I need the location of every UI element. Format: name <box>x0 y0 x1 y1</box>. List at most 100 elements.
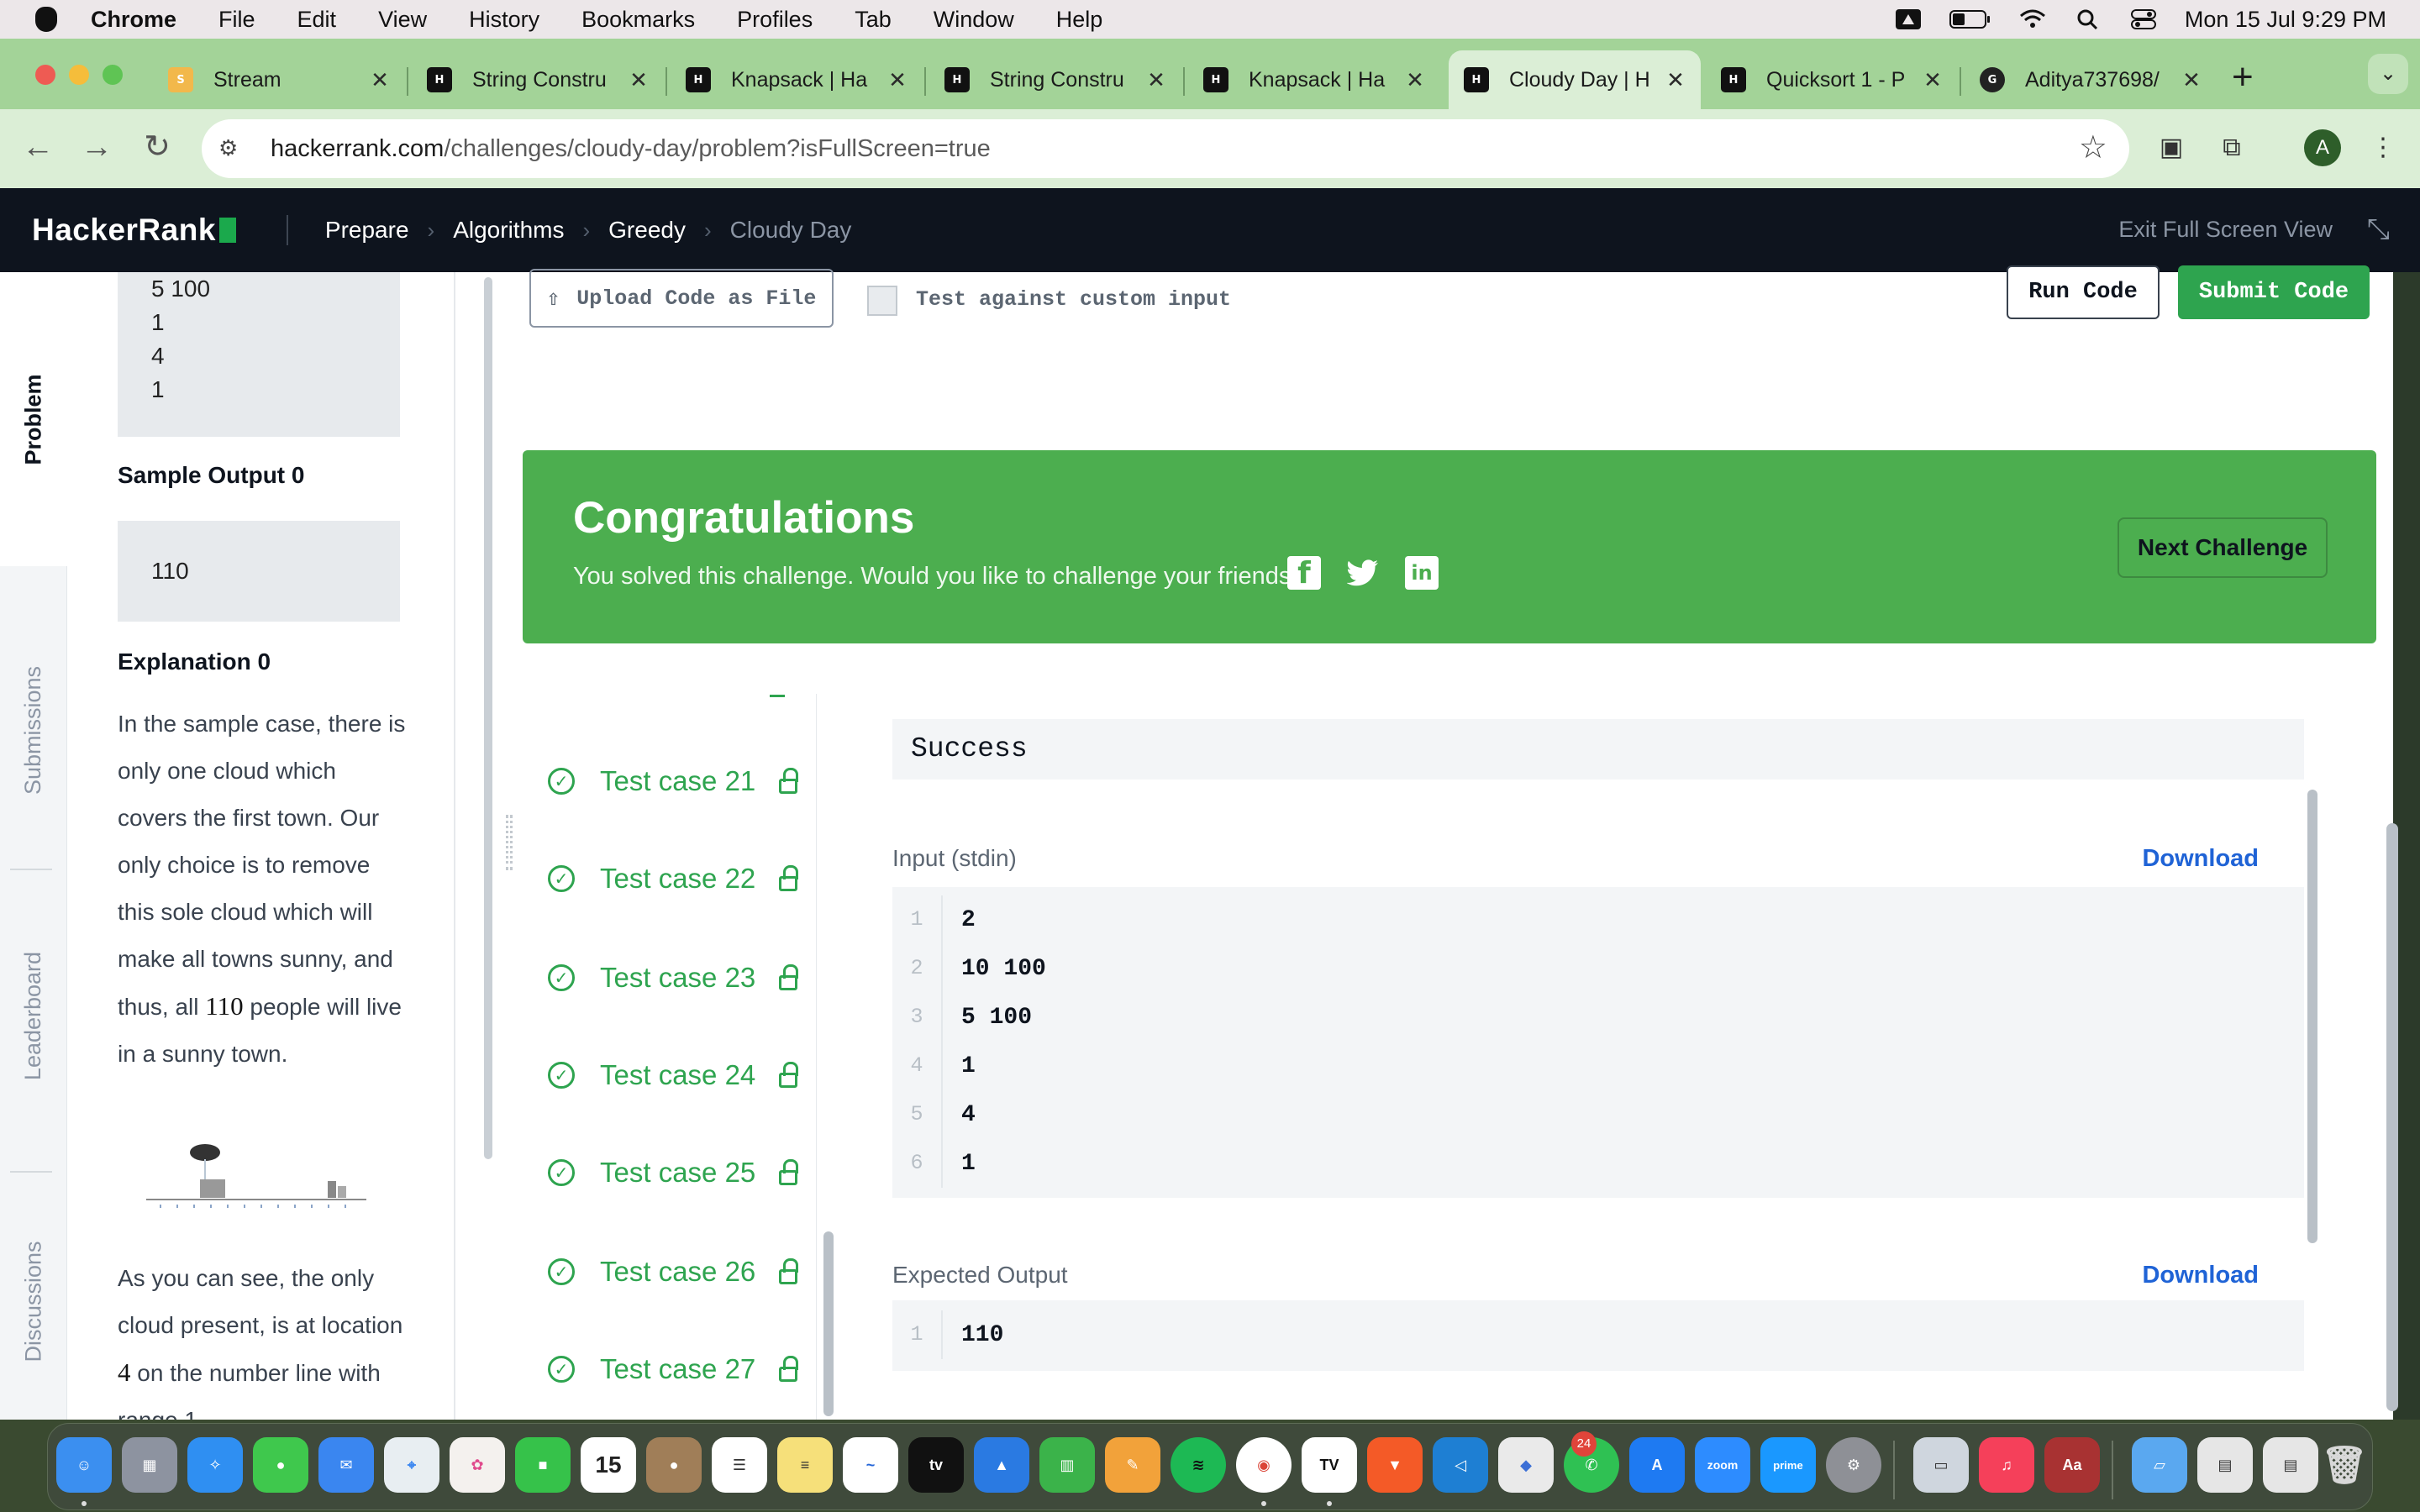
preview-icon[interactable]: ▭ <box>1913 1437 1969 1493</box>
brave-icon[interactable]: ▼ <box>1367 1437 1423 1493</box>
tab-cloudy-day[interactable]: H Cloudy Day | H ✕ <box>1449 50 1701 109</box>
recent-document-icon-2[interactable]: ▤ <box>2263 1437 2318 1493</box>
next-challenge-button[interactable]: Next Challenge <box>2118 517 2328 578</box>
drive-icon[interactable] <box>1894 8 1923 30</box>
maps-icon[interactable]: ⌖ <box>384 1437 439 1493</box>
numbers-icon[interactable]: ▥ <box>1039 1437 1095 1493</box>
vscode-icon[interactable]: ◁ <box>1433 1437 1488 1493</box>
chrome-menu-kebab-icon[interactable]: ⋮ <box>2365 129 2402 166</box>
menu-tab[interactable]: Tab <box>855 7 892 33</box>
vtab-leaderboard[interactable]: Leaderboard <box>0 877 67 1154</box>
address-bar[interactable]: ⚙ hackerrank.com/challenges/cloudy-day/p… <box>202 119 2129 178</box>
spotify-icon[interactable]: ≋ <box>1171 1437 1226 1493</box>
launchpad-icon[interactable]: ▦ <box>122 1437 177 1493</box>
music-icon[interactable]: ♫ <box>1979 1437 2034 1493</box>
tab-knapsack[interactable]: H Knapsack | Ha ✕ <box>671 50 923 109</box>
twitter-icon[interactable] <box>1346 556 1380 590</box>
exit-full-screen-icon[interactable]: ⤡ <box>2367 213 2390 246</box>
reload-icon[interactable]: ↻ <box>136 126 178 168</box>
photos-icon[interactable]: ✿ <box>450 1437 505 1493</box>
menu-app-name[interactable]: Chrome <box>91 7 176 33</box>
breadcrumb-algorithms[interactable]: Algorithms <box>453 217 564 244</box>
main-scrollbar[interactable] <box>2386 823 2398 1411</box>
tradingview-icon[interactable]: TV <box>1302 1437 1357 1493</box>
test-case-item[interactable]: ✓ Test case 24 <box>548 1050 799 1100</box>
test-case-item[interactable]: ✓ Test case 21 <box>548 756 799 806</box>
tab-string-construction-2[interactable]: H String Constru ✕ <box>929 50 1181 109</box>
reminders-icon[interactable]: ☰ <box>712 1437 767 1493</box>
test-case-scrollbar[interactable] <box>823 1231 834 1416</box>
menu-bookmarks[interactable]: Bookmarks <box>581 7 695 33</box>
facebook-icon[interactable]: f <box>1287 556 1321 591</box>
menu-history[interactable]: History <box>469 7 539 33</box>
breadcrumb-greedy[interactable]: Greedy <box>608 217 686 244</box>
forward-arrow-icon[interactable]: → <box>76 126 118 168</box>
tab-search-chevron-icon[interactable]: ⌄ <box>2368 54 2408 94</box>
downloads-folder-icon[interactable]: ▱ <box>2132 1437 2187 1493</box>
facetime-icon[interactable]: ■ <box>515 1437 571 1493</box>
tab-stream[interactable]: S Stream ✕ <box>153 50 405 109</box>
safari-icon[interactable]: ✧ <box>187 1437 243 1493</box>
freeform-icon[interactable]: ~ <box>843 1437 898 1493</box>
vtab-problem[interactable]: Problem <box>0 272 67 566</box>
result-scrollbar[interactable] <box>2307 790 2317 1243</box>
minimize-window-button[interactable] <box>69 65 89 85</box>
resize-handle[interactable] <box>506 815 513 870</box>
app-store-icon[interactable]: A <box>1629 1437 1685 1493</box>
battery-icon[interactable] <box>1949 8 1991 30</box>
spotlight-search-icon[interactable] <box>2074 8 2102 30</box>
tab-close-icon[interactable]: ✕ <box>1923 67 1943 93</box>
finder-icon[interactable]: ☺ <box>56 1437 112 1493</box>
contacts-icon[interactable]: ● <box>646 1437 702 1493</box>
tab-github[interactable]: G Aditya737698/ ✕ <box>1965 50 2217 109</box>
trash-icon[interactable]: 🗑 <box>2317 1437 2372 1493</box>
menu-window[interactable]: Window <box>934 7 1014 33</box>
zoom-icon[interactable]: zoom <box>1695 1437 1750 1493</box>
prime-video-icon[interactable]: prime <box>1760 1437 1816 1493</box>
wifi-icon[interactable] <box>2018 8 2047 30</box>
recent-document-icon[interactable]: ▤ <box>2197 1437 2253 1493</box>
linkedin-icon[interactable]: in <box>1405 556 1439 590</box>
download-input-link[interactable]: Download <box>2142 845 2259 873</box>
tab-string-construction[interactable]: H String Constru ✕ <box>412 50 664 109</box>
messages-icon[interactable]: ● <box>253 1437 308 1493</box>
custom-input-checkbox[interactable] <box>867 286 897 316</box>
control-center-icon[interactable] <box>2129 8 2158 30</box>
test-case-item[interactable]: ✓ Test case 26 <box>548 1247 799 1297</box>
menu-help[interactable]: Help <box>1056 7 1103 33</box>
upload-code-button[interactable]: ⇧ Upload Code as File <box>529 269 834 328</box>
run-code-button[interactable]: Run Code <box>2007 265 2160 319</box>
site-info-icon[interactable]: ⚙ <box>218 135 245 162</box>
breadcrumb-prepare[interactable]: Prepare <box>325 217 409 244</box>
custom-input-label[interactable]: Test against custom input <box>916 287 1231 312</box>
vtab-discussions[interactable]: Discussions <box>0 1179 67 1423</box>
test-case-item[interactable]: ✓ Test case 23 <box>548 953 799 1003</box>
chrome-icon[interactable]: ◉ <box>1236 1437 1292 1493</box>
menubar-clock[interactable]: Mon 15 Jul 9:29 PM <box>2185 7 2386 33</box>
calendar-icon[interactable]: 15 <box>581 1437 636 1493</box>
exit-full-screen-link[interactable]: Exit Full Screen View <box>2118 217 2333 243</box>
tab-close-icon[interactable]: ✕ <box>629 67 649 93</box>
tab-knapsack-2[interactable]: H Knapsack | Ha ✕ <box>1188 50 1440 109</box>
mail-icon[interactable]: ✉ <box>318 1437 374 1493</box>
extensions-icon[interactable]: ⧉ <box>2213 129 2250 166</box>
keynote-icon[interactable]: ▲ <box>974 1437 1029 1493</box>
menu-file[interactable]: File <box>218 7 255 33</box>
back-arrow-icon[interactable]: ← <box>17 126 59 168</box>
new-tab-plus-icon[interactable]: + <box>2232 59 2254 96</box>
menu-edit[interactable]: Edit <box>297 7 337 33</box>
test-case-item[interactable]: ✓ Test case 27 <box>548 1344 799 1394</box>
tab-close-icon[interactable]: ✕ <box>2181 67 2202 93</box>
pages-icon[interactable]: ✎ <box>1105 1437 1160 1493</box>
test-case-item[interactable]: ✓ Test case 25 <box>548 1147 799 1198</box>
vtab-submissions[interactable]: Submissions <box>0 591 67 869</box>
tab-close-icon[interactable]: ✕ <box>1405 67 1425 93</box>
download-expected-link[interactable]: Download <box>2142 1262 2259 1289</box>
dictionary-icon[interactable]: Aa <box>2044 1437 2100 1493</box>
submit-code-button[interactable]: Submit Code <box>2178 265 2370 319</box>
system-settings-icon[interactable]: ⚙ <box>1826 1437 1881 1493</box>
tab-close-icon[interactable]: ✕ <box>887 67 908 93</box>
tab-close-icon[interactable]: ✕ <box>1665 67 1686 93</box>
tab-close-icon[interactable]: ✕ <box>370 67 390 93</box>
menu-profiles[interactable]: Profiles <box>737 7 813 33</box>
